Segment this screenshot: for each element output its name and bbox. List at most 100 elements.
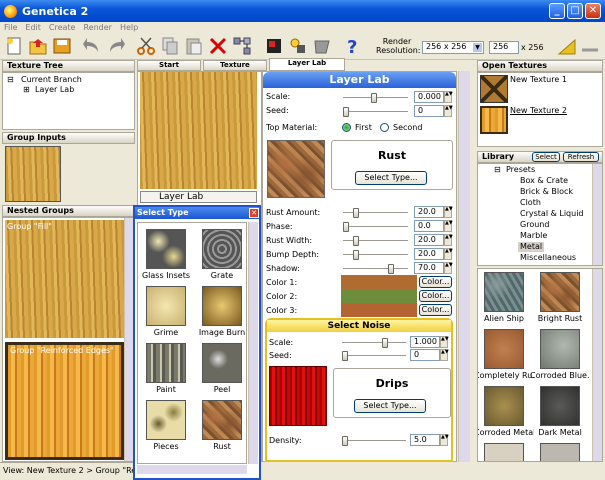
type-pieces-thumb[interactable]: [146, 400, 186, 440]
type-glass-insets-thumb[interactable]: [146, 229, 186, 269]
library-item-ground[interactable]: Ground: [520, 220, 549, 230]
library-thumb-alien-ship[interactable]: [484, 272, 524, 312]
radio-second[interactable]: [380, 123, 389, 132]
open-texture-2-thumb[interactable]: [480, 106, 508, 134]
scale-slider[interactable]: [343, 93, 408, 103]
noise-density-spinner[interactable]: ▲▼: [440, 434, 449, 446]
color3-button[interactable]: Color...: [419, 304, 452, 316]
noise-select-type-button[interactable]: Select Type...: [354, 399, 426, 413]
param-phase-spinner[interactable]: ▲▼: [444, 220, 453, 232]
delete-icon[interactable]: [208, 36, 228, 56]
tree-item-layer-lab[interactable]: Layer Lab: [35, 85, 74, 95]
param-rust-amount-spinner[interactable]: ▲▼: [444, 206, 453, 218]
slider-thumb[interactable]: [353, 250, 359, 260]
color3-swatch[interactable]: [341, 303, 417, 317]
tree-collapse-icon[interactable]: ⊟: [7, 75, 14, 85]
scale-input[interactable]: 0.000: [414, 91, 444, 103]
radio-first[interactable]: [342, 123, 351, 132]
nodes-icon[interactable]: [232, 36, 252, 56]
param-shadow-input[interactable]: 70.0: [414, 262, 444, 274]
param-phase-slider[interactable]: [343, 222, 408, 232]
open-texture-1-label[interactable]: New Texture 1: [510, 75, 567, 85]
noise-scale-spinner[interactable]: ▲▼: [440, 336, 449, 348]
chevron-down-icon[interactable]: ▼: [473, 43, 482, 52]
group-icon[interactable]: [288, 36, 308, 56]
library-item-cloth[interactable]: Cloth: [520, 198, 541, 208]
help-icon[interactable]: ?: [342, 36, 362, 56]
new-icon[interactable]: [4, 36, 24, 56]
library-item-crystal-liquid[interactable]: Crystal & Liquid: [520, 209, 584, 219]
slider-thumb[interactable]: [342, 436, 348, 446]
scale-slider-thumb[interactable]: [371, 93, 377, 103]
close-button[interactable]: ✕: [585, 3, 601, 19]
canvas-node-preview[interactable]: [140, 72, 257, 189]
tab-texture[interactable]: Texture: [203, 60, 267, 71]
param-rust-width-input[interactable]: 20.0: [414, 234, 444, 246]
color1-button[interactable]: Color...: [419, 276, 452, 288]
select-type-close-icon[interactable]: ✕: [249, 208, 259, 218]
library-thumb-corroded-metal[interactable]: [484, 386, 524, 426]
open-folder-icon[interactable]: [28, 36, 48, 56]
menu-render[interactable]: Render: [79, 22, 115, 33]
library-tree-collapse-icon[interactable]: ⊟: [494, 165, 501, 175]
seed-slider[interactable]: [343, 107, 408, 117]
library-item-brick-block[interactable]: Brick & Block: [520, 187, 573, 197]
material-select-type-button[interactable]: Select Type...: [355, 171, 427, 185]
library-item-marble[interactable]: Marble: [520, 231, 547, 241]
param-shadow-spinner[interactable]: ▲▼: [444, 262, 453, 274]
menu-help[interactable]: Help: [116, 22, 142, 33]
render-icon[interactable]: [580, 36, 600, 56]
select-type-scrollbar-v[interactable]: [248, 222, 258, 464]
save-icon[interactable]: [52, 36, 72, 56]
color2-swatch[interactable]: [341, 289, 417, 303]
open-texture-1-thumb[interactable]: [480, 75, 508, 103]
library-refresh-button[interactable]: Refresh: [563, 152, 599, 162]
nested-group-reinforced-edges[interactable]: Group "Reinforced Edges": [5, 342, 124, 460]
menu-file[interactable]: File: [0, 22, 21, 33]
layer-lab-scrollbar[interactable]: [458, 71, 470, 462]
minimize-button[interactable]: _: [549, 3, 565, 19]
library-thumbs-scrollbar[interactable]: [592, 269, 602, 461]
param-rust-amount-input[interactable]: 20.0: [414, 206, 444, 218]
group-input-thumbnail[interactable]: [5, 146, 61, 202]
param-rust-width-slider[interactable]: [343, 236, 408, 246]
slider-thumb[interactable]: [388, 264, 394, 274]
param-bump-depth-slider[interactable]: [343, 250, 408, 260]
library-item-box-crate[interactable]: Box & Crate: [520, 176, 568, 186]
width-input[interactable]: 256: [489, 41, 519, 54]
select-type-scrollbar-h[interactable]: [137, 465, 247, 474]
param-rust-amount-slider[interactable]: [343, 208, 408, 218]
material-icon[interactable]: [312, 36, 332, 56]
noise-density-input[interactable]: 5.0: [410, 434, 440, 446]
noise-scale-input[interactable]: 1.000: [410, 336, 440, 348]
library-tree-scrollbar[interactable]: [592, 164, 602, 265]
library-thumb-completely-rusted[interactable]: [484, 329, 524, 369]
library-thumb-bright-rust[interactable]: [540, 272, 580, 312]
type-paint-thumb[interactable]: [146, 343, 186, 383]
noise-preview[interactable]: [269, 366, 327, 426]
seed-spinner[interactable]: ▲▼: [444, 105, 453, 117]
nested-group-fill[interactable]: Group "Fill": [5, 220, 124, 338]
maximize-button[interactable]: □: [567, 3, 583, 19]
tree-item-current-branch[interactable]: Current Branch: [21, 75, 82, 85]
slider-thumb[interactable]: [382, 338, 388, 348]
library-thumb-next-1[interactable]: [484, 443, 524, 461]
library-item-miscellaneous[interactable]: Miscellaneous: [520, 253, 576, 263]
undo-icon[interactable]: [82, 36, 102, 56]
scale-spinner[interactable]: ▲▼: [444, 91, 453, 103]
param-bump-depth-spinner[interactable]: ▲▼: [444, 248, 453, 260]
library-thumb-corroded-blue[interactable]: [540, 329, 580, 369]
type-peel-thumb[interactable]: [202, 343, 242, 383]
noise-seed-spinner[interactable]: ▲▼: [440, 349, 449, 361]
library-root[interactable]: Presets: [506, 165, 535, 175]
cut-icon[interactable]: [136, 36, 156, 56]
type-grime-thumb[interactable]: [146, 286, 186, 326]
tab-layer-lab[interactable]: Layer Lab: [269, 58, 345, 71]
material-preview[interactable]: [267, 140, 325, 198]
color2-button[interactable]: Color...: [419, 290, 452, 302]
param-shadow-slider[interactable]: [343, 264, 408, 274]
library-thumb-next-2[interactable]: [540, 443, 580, 461]
seed-input[interactable]: 0: [414, 105, 444, 117]
menu-create[interactable]: Create: [45, 22, 80, 33]
open-texture-2-label[interactable]: New Texture 2: [510, 106, 567, 116]
